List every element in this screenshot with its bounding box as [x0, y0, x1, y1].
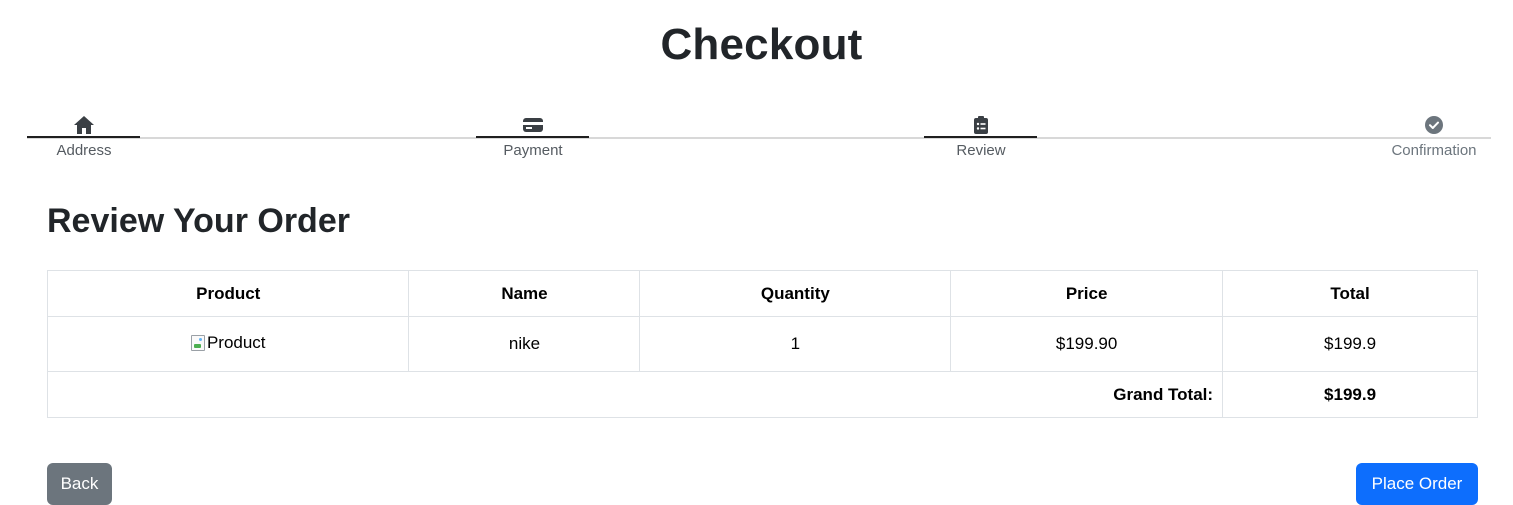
broken-image-icon [190, 334, 205, 351]
step-label: Review [956, 142, 1006, 159]
cell-name: nike [408, 316, 641, 372]
step-payment[interactable]: Payment [476, 113, 590, 163]
column-header-product: Product [46, 270, 410, 317]
checkout-stepper: Address Payment Review Confirmation [27, 113, 1491, 163]
order-summary-table: Product Name Quantity Price Total Produc… [46, 270, 1478, 418]
cell-total: $199.9 [1222, 316, 1478, 372]
cell-quantity: 1 [639, 316, 952, 372]
place-order-button[interactable]: Place Order [1356, 463, 1478, 505]
grand-total-value: $199.9 [1222, 371, 1478, 418]
step-progress-bar [27, 136, 140, 138]
back-button[interactable]: Back [47, 463, 112, 505]
column-header-total: Total [1222, 270, 1478, 317]
review-heading: Review Your Order [47, 202, 350, 240]
step-confirmation[interactable]: Confirmation [1377, 113, 1491, 163]
step-review[interactable]: Review [924, 113, 1038, 163]
table-row: Product nike 1 $199.90 $199.9 [46, 316, 1478, 372]
grand-total-label: Grand Total: [46, 371, 1224, 418]
step-label: Confirmation [1391, 142, 1477, 159]
table-header-row: Product Name Quantity Price Total [46, 270, 1478, 317]
stepper-track [27, 137, 1491, 139]
cell-product-image: Product [46, 316, 410, 372]
grand-total-row: Grand Total: $199.9 [46, 371, 1478, 418]
check-circle-icon [1423, 115, 1445, 135]
step-label: Address [56, 142, 112, 159]
step-label: Payment [503, 142, 563, 159]
cell-price: $199.90 [950, 316, 1224, 372]
product-image-alt-text: Product [206, 332, 266, 352]
checkout-page: Checkout Address Payment Review Confirma… [0, 0, 1513, 505]
credit-card-icon [522, 115, 544, 135]
home-icon [73, 115, 95, 135]
step-address[interactable]: Address [27, 113, 141, 163]
step-progress-bar [924, 136, 1037, 138]
clipboard-list-icon [970, 115, 992, 135]
column-header-quantity: Quantity [639, 270, 952, 317]
product-image: Product [190, 332, 266, 353]
page-title: Checkout [660, 20, 863, 69]
step-progress-bar [476, 136, 589, 138]
column-header-name: Name [408, 270, 641, 317]
column-header-price: Price [950, 270, 1224, 317]
